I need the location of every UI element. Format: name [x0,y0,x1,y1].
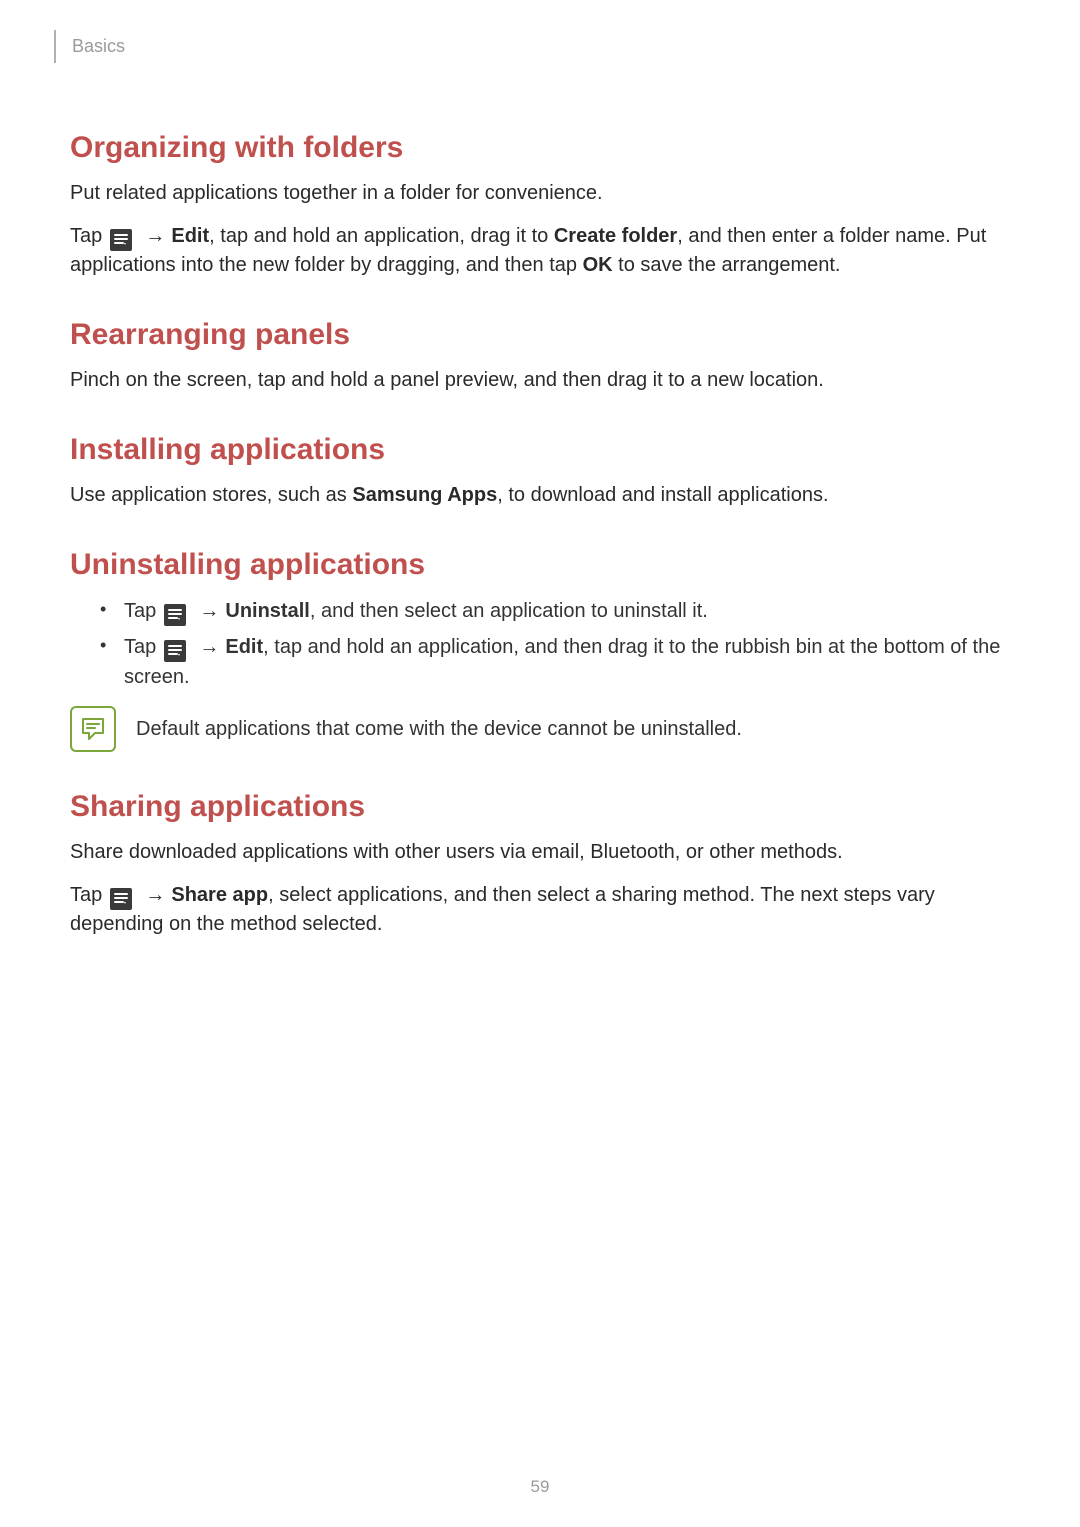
menu-icon [164,640,186,662]
arrow-icon: → [145,225,165,247]
list-item: Tap →Edit, tap and hold an application, … [100,632,1010,692]
arrow-icon: → [199,636,219,658]
arrow-icon: → [199,600,219,622]
text-organizing-intro: Put related applications together in a f… [70,179,1010,208]
text-sharing-steps: Tap →Share app, select applications, and… [70,881,1010,939]
heading-uninstalling-apps: Uninstalling applications [70,548,1010,582]
text-installing: Use application stores, such as Samsung … [70,481,1010,510]
note-callout: Default applications that come with the … [70,706,1010,752]
note-icon [70,706,116,752]
menu-icon [110,888,132,910]
heading-sharing-apps: Sharing applications [70,790,1010,824]
list-item: Tap →Uninstall, and then select an appli… [100,596,1010,626]
list-uninstall-steps: Tap →Uninstall, and then select an appli… [70,596,1010,692]
page-number: 59 [0,1477,1080,1497]
text-sharing-intro: Share downloaded applications with other… [70,838,1010,867]
menu-icon [110,229,132,251]
heading-rearranging-panels: Rearranging panels [70,318,1010,352]
menu-icon [164,604,186,626]
text-organizing-steps: Tap →Edit, tap and hold an application, … [70,222,1010,280]
heading-organizing-folders: Organizing with folders [70,131,1010,165]
heading-installing-apps: Installing applications [70,433,1010,467]
breadcrumb: Basics [54,30,125,63]
arrow-icon: → [145,884,165,906]
note-text: Default applications that come with the … [136,715,1010,743]
text-rearranging: Pinch on the screen, tap and hold a pane… [70,366,1010,395]
